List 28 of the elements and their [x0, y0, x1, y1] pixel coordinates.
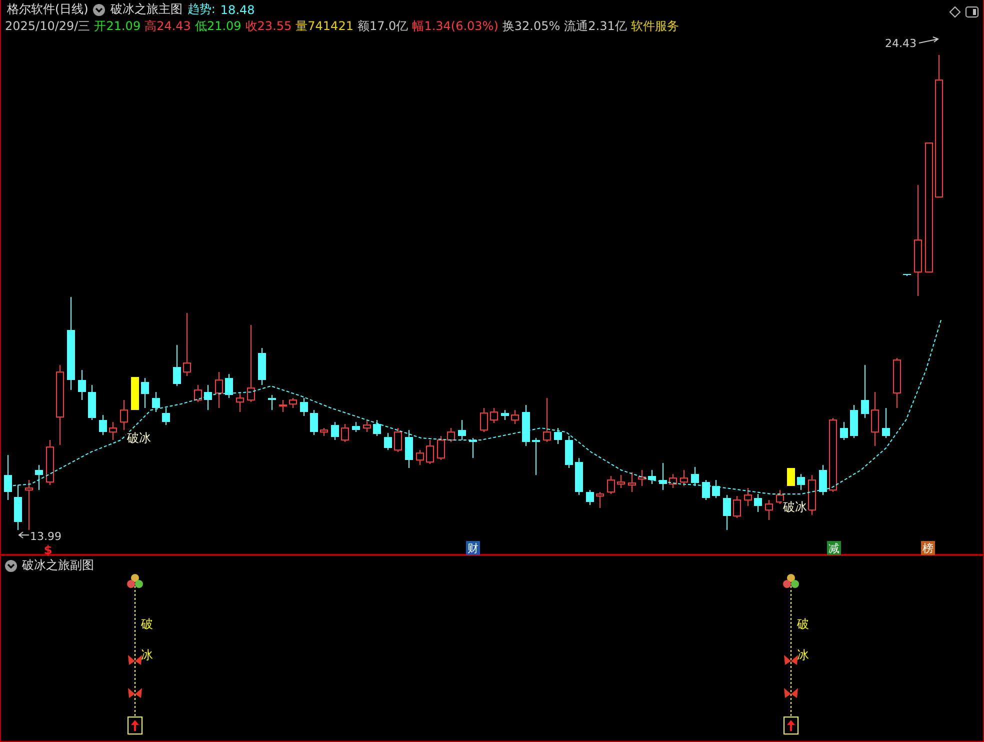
high-price-label: 24.43 — [885, 37, 916, 50]
signal-character: 冰 — [797, 648, 809, 662]
event-badge[interactable]: 榜 — [921, 541, 935, 555]
stock-title: 格尔软件(日线) — [7, 1, 88, 18]
trend-label: 趋势: — [187, 1, 216, 18]
signal-character: 破 — [797, 617, 809, 631]
signal-character: 冰 — [141, 648, 153, 662]
quote-date: 2025/10/29/三 — [5, 18, 90, 34]
signal-character: 破 — [141, 617, 153, 631]
event-badge[interactable]: 财 — [466, 541, 480, 555]
low-price-label: 13.99 — [30, 530, 62, 543]
quote-field: 流通2.31亿 — [564, 18, 627, 34]
signal-label: 破冰 — [783, 500, 807, 514]
quote-field: 幅1.34(6.03%) — [412, 18, 498, 34]
trend-value: 18.48 — [220, 2, 255, 16]
indicator-name: 破冰之旅主图 — [110, 1, 182, 18]
quote-field: 额17.0亿 — [357, 18, 408, 34]
quote-field: 开21.09 — [94, 18, 141, 34]
quote-field: 收23.55 — [245, 18, 292, 34]
event-marker[interactable]: $ — [44, 543, 52, 557]
quote-field: 低21.09 — [194, 18, 242, 34]
sub-indicator-name: 破冰之旅副图 — [22, 557, 94, 574]
quote-field: 软件服务 — [630, 18, 679, 34]
quote-field: 换32.05% — [502, 18, 560, 34]
quote-field: 高24.43 — [144, 18, 191, 34]
event-badge[interactable]: 减 — [827, 541, 841, 555]
signal-label: 破冰 — [127, 431, 151, 445]
quote-field: 量741421 — [296, 18, 354, 34]
